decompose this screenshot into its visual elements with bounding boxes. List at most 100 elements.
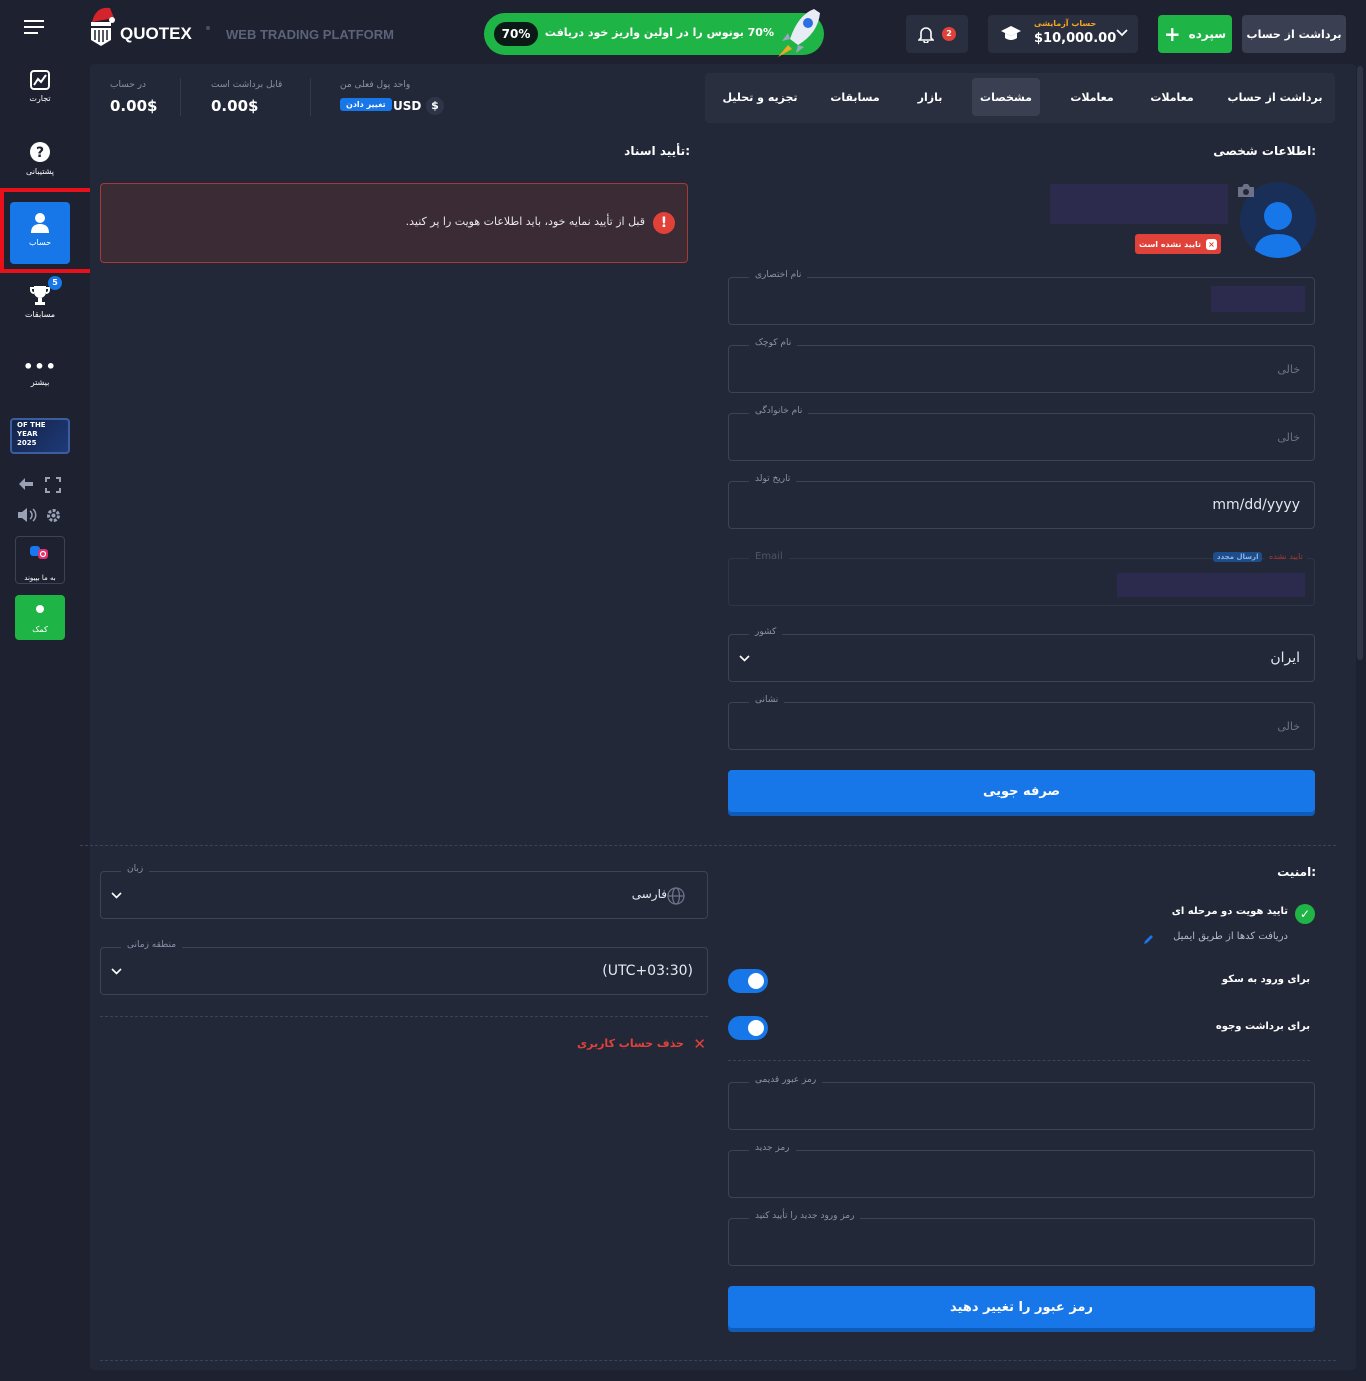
close-icon: ✕	[693, 1035, 706, 1053]
separator-dot	[206, 26, 210, 30]
email-resend-button[interactable]: ارسال مجدد	[1213, 552, 1263, 562]
country-select[interactable]: کشور ایران	[728, 627, 1315, 682]
timezone-select[interactable]: منطقه زمانی (UTC+03:30)	[100, 940, 708, 995]
tab-label: مسابقات	[830, 90, 880, 104]
sidebar-item-label: مسابقات	[24, 310, 56, 319]
tab-withdraw[interactable]: برداشت از حساب	[1222, 78, 1328, 116]
timezone-value: (UTC+03:30)	[602, 963, 693, 979]
documents-warning-box: ! قبل از تأیید نمایه خود، باید اطلاعات ه…	[100, 183, 688, 263]
field-placeholder: خالی	[1277, 720, 1300, 733]
unverified-label: تایید نشده است	[1138, 239, 1202, 249]
language-select[interactable]: زبان فارسی	[100, 864, 708, 919]
currency-code: USD	[393, 99, 422, 113]
login-2fa-label: برای ورود به سکو	[1221, 974, 1310, 985]
currency-label: واحد پول فعلی من	[340, 80, 411, 90]
tab-label: بازار	[917, 90, 943, 104]
online-dot-icon	[36, 605, 44, 613]
documents-warning-text: قبل از تأیید نمایه خود، باید اطلاعات هوی…	[405, 215, 645, 228]
tab-market[interactable]: بازار	[905, 78, 955, 116]
fullscreen-icon[interactable]	[45, 477, 61, 493]
sound-icon[interactable]	[17, 507, 37, 523]
tab-analytics[interactable]: تجزیه و تحلیل	[718, 78, 802, 116]
sidebar-item-trading[interactable]: تجارت	[10, 70, 70, 103]
confirm-password-field[interactable]: رمز ورود جدید را تأیید کنید	[728, 1211, 1315, 1266]
field-placeholder: خالی	[1277, 363, 1300, 376]
old-password-field[interactable]: رمز عبور قدیمی	[728, 1075, 1315, 1130]
tournaments-badge: 5	[48, 276, 62, 290]
help-button[interactable]: کمک	[15, 595, 65, 640]
globe-icon	[667, 887, 685, 905]
rocket-icon	[778, 9, 820, 57]
sidebar-item-label: پشتیبانی	[26, 167, 54, 176]
deposit-label: سپرده	[1188, 27, 1227, 41]
dob-field[interactable]: تاریخ تولد mm/dd/yyyy	[728, 474, 1315, 529]
tab-label: تجزیه و تحلیل	[722, 90, 798, 104]
twofa-sub: دریافت کدها از طریق ایمیل	[1173, 931, 1288, 942]
section-divider	[100, 1016, 708, 1017]
sidebar-item-more[interactable]: ••• بیشتر	[10, 357, 70, 388]
field-label: نشانی	[749, 695, 785, 705]
social-button[interactable]: به ما بپیوند	[15, 536, 65, 584]
logo[interactable]: QUOTEX	[88, 4, 198, 48]
tab-tournaments[interactable]: مسابقات	[822, 78, 888, 116]
scrollbar[interactable]	[1357, 66, 1363, 660]
menu-icon[interactable]	[24, 20, 44, 34]
check-icon: ✓	[1295, 904, 1315, 924]
twofa-label: تایید هویت دو مرحله ای	[1171, 906, 1288, 917]
nickname-field[interactable]: نام اختصاری	[728, 270, 1315, 325]
save-label: صرفه جویی	[982, 783, 1061, 799]
email-field[interactable]: Email ارسال مجدد تایید نشده	[728, 551, 1315, 606]
last-name-field[interactable]: نام خانوادگی خالی	[728, 406, 1315, 461]
account-type: حساب آزمایشی	[1034, 19, 1097, 28]
security-title: امنیت:	[1277, 865, 1316, 879]
change-password-button[interactable]: رمز عبور را تغییر دهید	[728, 1286, 1315, 1328]
field-label: رمز جدید	[749, 1143, 796, 1153]
language-value: فارسی	[631, 887, 667, 901]
section-divider	[100, 1360, 1336, 1361]
sidebar-item-support[interactable]: ? پشتیبانی	[10, 141, 70, 176]
svg-text:?: ?	[36, 145, 44, 161]
promo-badge: 70%	[494, 22, 538, 46]
new-password-field[interactable]: رمز جدید	[728, 1143, 1315, 1198]
more-icon: •••	[23, 357, 57, 376]
notifications-button[interactable]: 2	[906, 15, 968, 53]
camera-icon[interactable]	[1237, 183, 1255, 198]
unverified-badge: تایید نشده است ×	[1135, 234, 1221, 254]
in-account-value: 0.00$	[110, 97, 158, 115]
in-account-label: در حساب	[110, 80, 147, 90]
edit-icon[interactable]	[1143, 933, 1155, 945]
tab-profile[interactable]: مشخصات	[972, 78, 1040, 116]
sidebar-item-label: تجارت	[29, 94, 51, 103]
withdraw-2fa-toggle[interactable]	[728, 1016, 768, 1040]
personal-title: اطلاعات شخصی:	[1213, 144, 1316, 158]
first-name-field[interactable]: نام کوچک خالی	[728, 338, 1315, 393]
username-redacted	[1050, 184, 1228, 224]
back-arrow-icon[interactable]	[18, 477, 34, 491]
gear-icon[interactable]	[45, 507, 62, 524]
change-currency-button[interactable]: تغییر دادن	[340, 98, 392, 111]
change-password-label: رمز عبور را تغییر دهید	[950, 1299, 1093, 1315]
tab-transactions[interactable]: معاملات	[1062, 78, 1122, 116]
login-2fa-toggle[interactable]	[728, 969, 768, 993]
account-switcher[interactable]: حساب آزمایشی $10,000.00	[988, 15, 1138, 53]
documents-title: تأیید اسناد:	[624, 144, 690, 158]
delete-account-link[interactable]: حذف حساب کاربری ✕	[560, 1035, 710, 1054]
dob-value: mm/dd/yyyy	[1212, 497, 1300, 513]
save-button[interactable]: صرفه جویی	[728, 770, 1315, 812]
promo-text: 70% بونوس را در اولین واریز خود دریافت ک…	[544, 26, 774, 39]
sidebar-item-tournaments[interactable]: مسابقات 5	[10, 276, 70, 319]
address-field[interactable]: نشانی خالی	[728, 695, 1315, 750]
notifications-count: 2	[942, 27, 956, 41]
social-icon	[30, 546, 48, 559]
award-badge[interactable]: OF THE YEAR 2025	[10, 418, 70, 454]
field-label: تاریخ تولد	[749, 474, 797, 484]
promo-banner[interactable]: 70% 70% بونوس را در اولین واریز خود دریا…	[484, 9, 824, 57]
field-label: Email	[749, 551, 789, 562]
withdraw-button[interactable]: برداشت از حساب	[1242, 15, 1346, 53]
field-label: نام کوچک	[749, 338, 798, 348]
tab-label: برداشت از حساب	[1227, 90, 1323, 104]
field-label: رمز عبور قدیمی	[749, 1075, 823, 1085]
deposit-button[interactable]: + سپرده	[1158, 15, 1232, 53]
withdrawable-value: 0.00$	[211, 97, 259, 115]
tab-trades[interactable]: معاملات	[1142, 78, 1202, 116]
